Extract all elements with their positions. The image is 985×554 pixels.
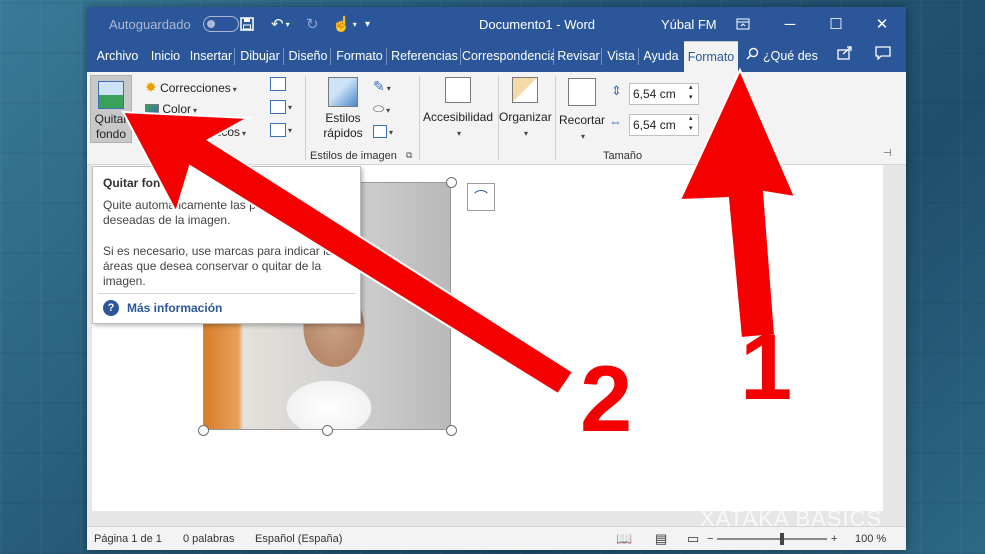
autosave-toggle[interactable]: [202, 16, 239, 32]
width-spinner[interactable]: ▴ ▾: [689, 114, 693, 134]
annotation-number-2: 2: [580, 346, 633, 451]
more-info-link[interactable]: ? Más información: [103, 300, 222, 316]
recortar-label: Recortar: [558, 113, 605, 127]
minimize-icon[interactable]: ─: [767, 7, 813, 41]
change-picture-icon[interactable]: ▾: [270, 99, 292, 114]
tab-formato-layout[interactable]: Formato: [332, 41, 387, 72]
ribbon-tabs: Archivo Inicio Insertar Dibujar Diseño F…: [87, 41, 906, 72]
tab-archivo[interactable]: Archivo: [91, 41, 144, 72]
efectos-artisticos-label: ísticos: [206, 125, 241, 139]
comments-icon[interactable]: [873, 41, 893, 72]
estilos-group-label: Estilos de imagen: [310, 150, 397, 162]
title-bar: Autoguardado ↶ ▾ ↻ ☝ ▾ ▾ Documento1 - Word…: [87, 7, 906, 41]
tab-insertar[interactable]: Insertar: [187, 41, 235, 72]
annotation-number-1: 1: [740, 314, 793, 419]
resize-handle[interactable]: [446, 177, 457, 188]
customize-toolbar-icon[interactable]: ▾: [365, 7, 395, 41]
sun-icon: ✸: [145, 79, 157, 95]
group-separator: [555, 76, 556, 160]
tooltip-divider: [98, 293, 356, 294]
print-layout-icon[interactable]: ▤: [655, 527, 667, 551]
group-separator: [419, 76, 420, 160]
alt-text-icon: [445, 77, 471, 103]
estilos-rapidos-button[interactable]: Estilos rápidos: [317, 77, 369, 141]
autosave-control[interactable]: Autoguardado: [109, 7, 239, 41]
zoom-slider-thumb[interactable]: [780, 533, 784, 545]
width-icon: ⇔: [609, 114, 622, 129]
close-icon[interactable]: ✕: [859, 7, 905, 41]
quitar-fondo-label: Quitar fondo: [94, 112, 128, 141]
word-count[interactable]: 0 palabras: [183, 527, 234, 551]
group-separator: [305, 76, 306, 160]
correcciones-label: Correcciones: [160, 81, 231, 95]
tab-inicio[interactable]: Inicio: [147, 41, 184, 72]
picture-border-icon[interactable]: ✎ ▾: [373, 78, 391, 95]
tab-revisar[interactable]: Revisar: [555, 41, 602, 72]
correcciones-button[interactable]: ✸ Correcciones ▾: [145, 79, 237, 96]
crop-icon: [568, 78, 596, 106]
color-button[interactable]: Color ▾: [145, 102, 197, 116]
tab-diseno[interactable]: Diseño: [285, 41, 331, 72]
tell-me-search[interactable]: ¿Qué des: [763, 41, 819, 72]
height-icon: ⇕: [611, 83, 622, 98]
efectos-artisticos-button[interactable]: ísticos ▾: [206, 125, 246, 139]
dialog-launcher-icon[interactable]: ⧉: [406, 150, 412, 161]
language-status[interactable]: Español (España): [255, 527, 342, 551]
ribbon: Quitar fondo ✸ Correcciones ▾ Color ▾ ísti…: [87, 72, 906, 165]
resize-handle[interactable]: [198, 425, 209, 436]
estilos-rapidos-label: Estilos rápidos: [323, 111, 363, 140]
read-mode-icon[interactable]: 📖: [616, 527, 632, 551]
arrange-icon: [512, 77, 538, 103]
ribbon-display-icon[interactable]: [720, 7, 766, 41]
reset-picture-icon[interactable]: ▾: [270, 122, 292, 137]
resize-handle[interactable]: [322, 425, 333, 436]
color-label: Color: [162, 102, 192, 116]
tab-vista[interactable]: Vista: [603, 41, 639, 72]
tooltip-title: Quitar fondo: [103, 176, 175, 190]
quitar-fondo-button[interactable]: Quitar fondo: [90, 75, 132, 143]
help-icon: ?: [103, 300, 119, 316]
compress-pictures-icon[interactable]: [270, 76, 286, 91]
zoom-slider[interactable]: [717, 538, 827, 540]
quick-styles-icon: [328, 77, 358, 107]
picture-effects-icon[interactable]: ⬭ ▾: [373, 101, 390, 117]
organizar-label: Organizar: [499, 110, 552, 124]
collapse-ribbon-icon[interactable]: ⊣: [883, 148, 892, 159]
recortar-button[interactable]: Recortar ▾: [557, 78, 607, 142]
undo-icon[interactable]: ↶ ▾: [271, 7, 301, 41]
layout-options-icon[interactable]: ⌒: [467, 183, 495, 211]
tooltip-hint: Si es necesario, use marcas para indicar…: [103, 244, 339, 288]
tab-formato-picture[interactable]: Formato: [684, 41, 738, 72]
tab-referencias[interactable]: Referencias: [388, 41, 461, 72]
web-layout-icon[interactable]: ▭: [687, 527, 699, 551]
tamano-group-label: Tamaño: [603, 150, 643, 162]
page-count[interactable]: Página 1 de 1: [94, 527, 162, 551]
word-window: Autoguardado ↶ ▾ ↻ ☝ ▾ ▾ Documento1 - Word…: [87, 7, 906, 550]
accesibilidad-label: Accesibilidad: [422, 110, 494, 124]
quitar-fondo-tooltip: Quitar fondo Quite automáticamente las p…: [92, 166, 361, 324]
color-icon: [145, 103, 159, 116]
maximize-icon[interactable]: ☐: [813, 7, 859, 41]
autosave-label: Autoguardado: [109, 16, 191, 32]
remove-background-icon: [98, 81, 124, 109]
search-icon[interactable]: [745, 41, 759, 72]
document-title: Documento1 - Word: [478, 16, 596, 32]
share-icon[interactable]: [835, 41, 855, 72]
resize-handle[interactable]: [446, 301, 457, 312]
height-spinner[interactable]: ▴ ▾: [689, 83, 693, 103]
tab-ayuda[interactable]: Ayuda: [640, 41, 682, 72]
more-info-label: Más información: [127, 301, 223, 315]
resize-handle[interactable]: [446, 425, 457, 436]
user-name[interactable]: Yúbal FM: [661, 7, 717, 41]
accesibilidad-button[interactable]: Accesibilidad ▾: [421, 77, 495, 139]
save-icon[interactable]: [240, 7, 270, 41]
tooltip-description: Quite automáticamente las partes no dese…: [103, 198, 300, 227]
tab-dibujar[interactable]: Dibujar: [236, 41, 284, 72]
picture-layout-icon[interactable]: ▾: [373, 124, 393, 139]
organizar-button[interactable]: Organizar ▾: [499, 77, 552, 139]
xataka-watermark: XATAKA BASICS: [700, 506, 883, 531]
touch-mode-icon[interactable]: ☝ ▾: [332, 7, 362, 41]
tab-correspondencia[interactable]: Correspondencia: [462, 41, 554, 72]
